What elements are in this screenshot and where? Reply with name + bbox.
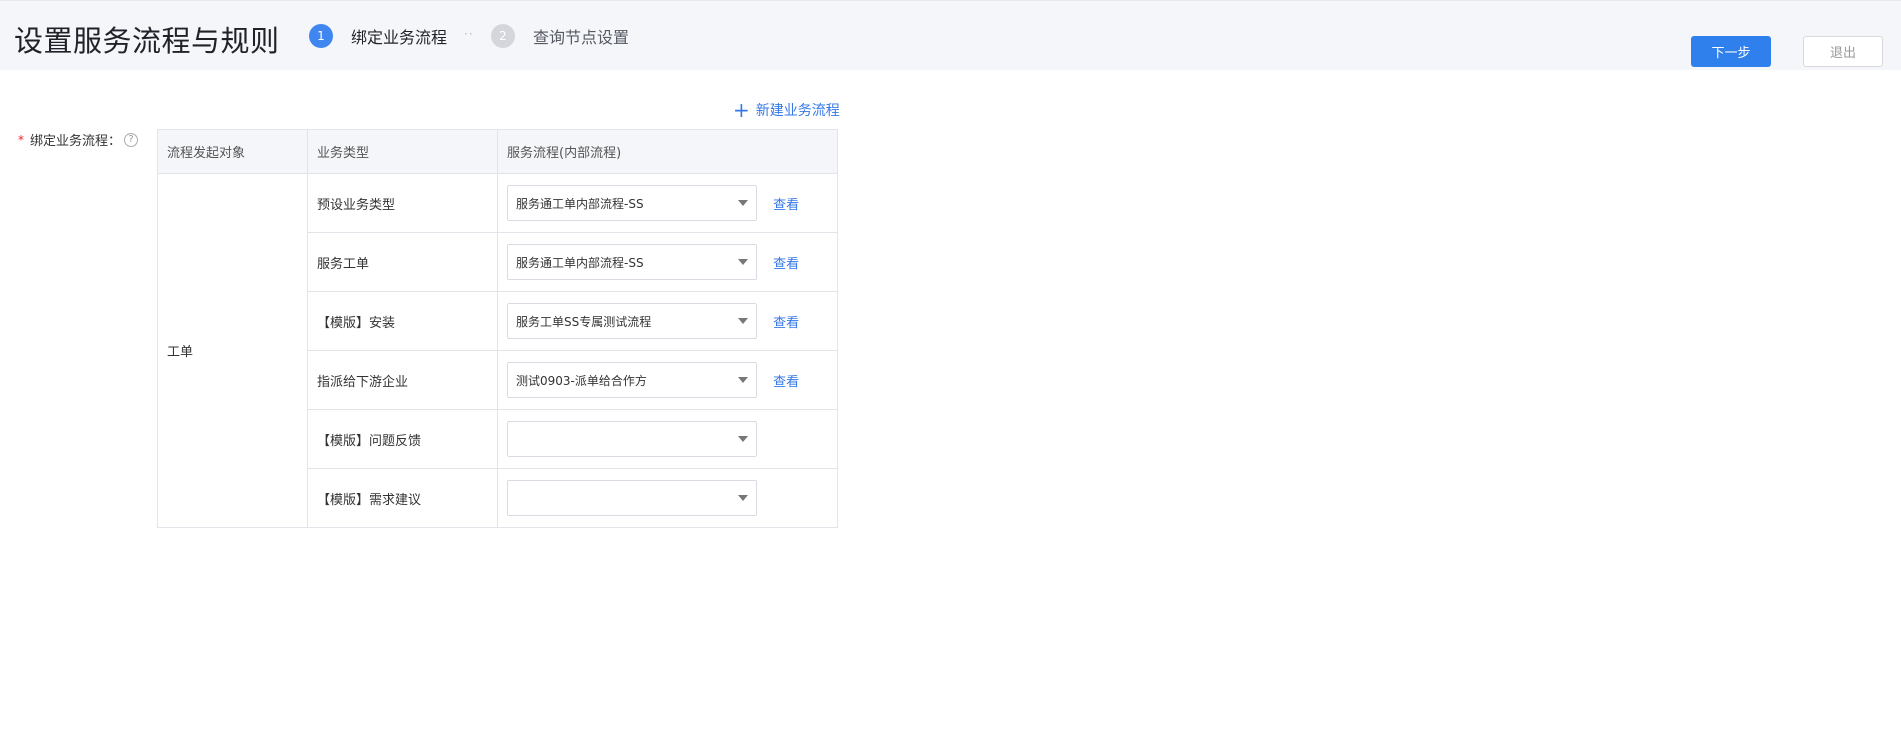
page-title: 设置服务流程与规则 (14, 24, 280, 58)
caret-down-icon (738, 495, 748, 501)
plus-icon: + (733, 98, 750, 122)
service-flow-select[interactable]: 服务通工单内部流程-SS (507, 244, 757, 280)
required-mark: * (18, 132, 24, 147)
service-flow-cell (497, 468, 838, 528)
step-2-number: 2 (491, 24, 515, 48)
service-flow-select[interactable] (507, 480, 757, 516)
caret-down-icon (738, 377, 748, 383)
step-2-label: 查询节点设置 (533, 28, 630, 47)
service-flow-select[interactable]: 服务工单SS专属测试流程 (507, 303, 757, 339)
new-business-flow-label: 新建业务流程 (755, 103, 840, 119)
select-value: 测试0903-派单给合作方 (516, 373, 647, 388)
step-1: 1 绑定业务流程 (309, 23, 447, 49)
step-1-number: 1 (309, 24, 333, 48)
next-step-button[interactable]: 下一步 (1691, 36, 1771, 67)
bind-flow-form-label: * 绑定业务流程： ? (18, 130, 139, 149)
table-header-row: 流程发起对象 业务类型 服务流程(内部流程) (157, 129, 838, 174)
view-link[interactable]: 查看 (773, 371, 799, 390)
table-row: 工单 预设业务类型 服务通工单内部流程-SS 查看 (157, 173, 838, 528)
service-flow-select[interactable]: 服务通工单内部流程-SS (507, 185, 757, 221)
business-type-cell: 【模版】问题反馈 (307, 409, 498, 469)
initiator-cell: 工单 (157, 173, 308, 528)
business-type-cell: 服务工单 (307, 232, 498, 292)
exit-button[interactable]: 退出 (1803, 36, 1883, 67)
page-header: 设置服务流程与规则 1 绑定业务流程 ·· 2 查询节点设置 下一步 退出 (0, 0, 1901, 70)
column-header-business-type: 业务类型 (307, 129, 498, 174)
business-type-cell: 【模版】安装 (307, 291, 498, 351)
help-icon[interactable]: ? (124, 132, 139, 147)
service-flow-cell: 服务通工单内部流程-SS 查看 (497, 173, 838, 233)
caret-down-icon (738, 318, 748, 324)
select-value: 服务通工单内部流程-SS (516, 255, 644, 270)
service-flow-cell (497, 409, 838, 469)
step-separator: ·· (464, 27, 474, 41)
business-type-cell: 【模版】需求建议 (307, 468, 498, 528)
service-flow-select[interactable] (507, 421, 757, 457)
bind-flow-label-text: 绑定业务流程： (30, 134, 122, 149)
caret-down-icon (738, 259, 748, 265)
caret-down-icon (738, 200, 748, 206)
business-flow-table: 流程发起对象 业务类型 服务流程(内部流程) 工单 预设业务类型 服务通工单内部… (157, 129, 838, 528)
service-flow-select[interactable]: 测试0903-派单给合作方 (507, 362, 757, 398)
business-type-cell: 指派给下游企业 (307, 350, 498, 410)
business-type-cell: 预设业务类型 (307, 173, 498, 233)
select-value: 服务通工单内部流程-SS (516, 196, 644, 211)
step-1-label: 绑定业务流程 (351, 28, 448, 47)
select-value: 服务工单SS专属测试流程 (516, 314, 652, 329)
new-business-flow-link[interactable]: + 新建业务流程 (733, 100, 840, 120)
service-flow-cell: 服务工单SS专属测试流程 查看 (497, 291, 838, 351)
view-link[interactable]: 查看 (773, 194, 799, 213)
column-header-initiator: 流程发起对象 (157, 129, 308, 174)
caret-down-icon (738, 436, 748, 442)
view-link[interactable]: 查看 (773, 312, 799, 331)
service-flow-cell: 服务通工单内部流程-SS 查看 (497, 232, 838, 292)
column-header-service-flow: 服务流程(内部流程) (497, 129, 838, 174)
step-2: 2 查询节点设置 (491, 23, 629, 49)
view-link[interactable]: 查看 (773, 253, 799, 272)
service-flow-cell: 测试0903-派单给合作方 查看 (497, 350, 838, 410)
